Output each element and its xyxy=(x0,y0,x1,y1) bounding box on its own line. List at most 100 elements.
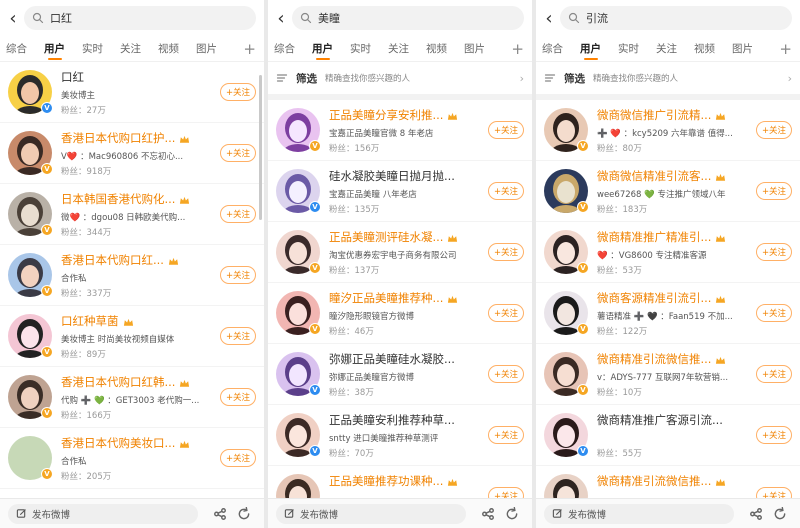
follow-button[interactable]: +关注 xyxy=(488,304,524,322)
tab-0[interactable]: 综合 xyxy=(542,36,563,62)
avatar[interactable]: V xyxy=(8,253,53,297)
tab-3[interactable]: 关注 xyxy=(120,36,141,62)
tab-3[interactable]: 关注 xyxy=(388,36,409,62)
search-input[interactable]: 引流 xyxy=(560,6,792,30)
avatar[interactable]: V xyxy=(276,108,321,152)
follow-button[interactable]: +关注 xyxy=(220,388,256,406)
follow-button[interactable]: +关注 xyxy=(488,121,524,139)
user-name[interactable]: 香港日本代购口红护... xyxy=(61,130,175,146)
user-row[interactable]: V 微商精准引流微信推... v：ADYS-777 互联网7年软营销... 粉丝：10… xyxy=(536,344,800,405)
chevron-left-icon[interactable]: ‹ xyxy=(272,8,290,29)
user-name[interactable]: 微商精准引流微信推... xyxy=(597,473,711,489)
user-name[interactable]: 微商微信推广引流精... xyxy=(597,107,711,123)
user-row[interactable]: V 弥娜正品美瞳硅水凝胶... 弥娜正品美瞳官方微博 粉丝：38万 +关注 xyxy=(268,344,532,405)
avatar[interactable]: V xyxy=(8,436,53,480)
user-name[interactable]: 正品美瞳推荐功课种... xyxy=(329,473,443,489)
add-tab-icon[interactable]: + xyxy=(779,36,792,62)
user-row[interactable]: V 正品美瞳安利推荐种草... sntty 进口美瞳推荐种草测评 粉丝：70万 +关注 xyxy=(268,405,532,466)
user-row[interactable]: V 微商精准推广精准引... ❤️ ：VG8600 专注精准客源 粉丝：53万 +关注 xyxy=(536,222,800,283)
add-tab-icon[interactable]: + xyxy=(511,36,524,62)
user-name[interactable]: 硅水凝胶美瞳日抛月抛... xyxy=(329,168,455,184)
follow-button[interactable]: +关注 xyxy=(220,83,256,101)
follow-button[interactable]: +关注 xyxy=(220,144,256,162)
avatar[interactable]: V xyxy=(8,314,53,358)
avatar[interactable]: V xyxy=(8,375,53,419)
user-name[interactable]: 正品美瞳分享安利推... xyxy=(329,107,443,123)
chevron-left-icon[interactable]: ‹ xyxy=(4,8,22,29)
search-input[interactable]: 美瞳 xyxy=(292,6,524,30)
avatar[interactable]: V xyxy=(544,108,589,152)
user-row[interactable]: V 香港日本代购美妆口... 合作私 粉丝：205万 +关注 xyxy=(0,428,264,489)
follow-button[interactable]: +关注 xyxy=(756,182,792,200)
user-name[interactable]: 口红种草菌 xyxy=(61,313,119,329)
share-icon[interactable] xyxy=(213,507,227,521)
follow-button[interactable]: +关注 xyxy=(488,243,524,261)
user-name[interactable]: 微商精准推广精准引... xyxy=(597,229,711,245)
user-row[interactable]: V 正品美瞳分享安利推... 宝嘉正品美瞳官微 8 年老店 粉丝：156万 +关注 xyxy=(268,100,532,161)
follow-button[interactable]: +关注 xyxy=(220,205,256,223)
search-input[interactable]: 口红 xyxy=(24,6,256,30)
compose-button[interactable]: 发布微博 xyxy=(544,503,734,524)
follow-button[interactable]: +关注 xyxy=(756,304,792,322)
tab-2[interactable]: 实时 xyxy=(350,36,371,62)
tab-0[interactable]: 综合 xyxy=(274,36,295,62)
follow-button[interactable]: +关注 xyxy=(488,365,524,383)
avatar[interactable]: V xyxy=(544,413,589,457)
user-name[interactable]: 微商微信精准引流客... xyxy=(597,168,711,184)
refresh-icon[interactable] xyxy=(237,506,251,521)
user-name[interactable]: 日本韩国香港代购化... xyxy=(61,191,175,207)
tab-0[interactable]: 综合 xyxy=(6,36,27,62)
user-name[interactable]: 正品美瞳安利推荐种草... xyxy=(329,412,455,428)
user-name[interactable]: 正品美瞳测评硅水凝... xyxy=(329,229,443,245)
user-row[interactable]: V 正品美瞳测评硅水凝... 淘宝优惠券宏宇电子商务有限公司 粉丝：137万 +关注 xyxy=(268,222,532,283)
chevron-left-icon[interactable]: ‹ xyxy=(540,8,558,29)
tab-1[interactable]: 用户 xyxy=(580,36,601,62)
follow-button[interactable]: +关注 xyxy=(220,449,256,467)
refresh-icon[interactable] xyxy=(505,506,519,521)
user-row[interactable]: V 微商精准推广客源引流... 粉丝：55万 +关注 xyxy=(536,405,800,466)
follow-button[interactable]: +关注 xyxy=(756,426,792,444)
user-row[interactable]: V 香港日本代购口红护... V❤️ ：Mac960806 不忘初心... 粉丝：91… xyxy=(0,123,264,184)
tab-4[interactable]: 视频 xyxy=(694,36,715,62)
user-row[interactable]: V 微商微信精准引流客... wee67268 💚 专注推广领域八年 粉丝：183万 +… xyxy=(536,161,800,222)
follow-button[interactable]: +关注 xyxy=(220,266,256,284)
compose-button[interactable]: 发布微博 xyxy=(276,503,466,524)
tab-4[interactable]: 视频 xyxy=(158,36,179,62)
follow-button[interactable]: +关注 xyxy=(756,365,792,383)
user-name[interactable]: 香港日本代购口红韩... xyxy=(61,374,175,390)
user-row[interactable]: V 微商微信推广引流精... ➕ ❤️ ：kcy5209 六年靠谱 值得... 粉丝：… xyxy=(536,100,800,161)
tab-2[interactable]: 实时 xyxy=(618,36,639,62)
filter-bar[interactable]: 筛选 精确查找你感兴趣的人 › xyxy=(268,62,532,100)
user-row[interactable]: V 日本韩国香港代购化... 微❤️ ：dgou08 日韩欧美代购... 粉丝：344… xyxy=(0,184,264,245)
compose-button[interactable]: 发布微博 xyxy=(8,503,198,524)
filter-bar[interactable]: 筛选 精确查找你感兴趣的人 › xyxy=(536,62,800,100)
user-row[interactable]: V 香港日本代购口红韩... 代购 ➕ 💚 ：GET3003 老代购一... 粉丝：1… xyxy=(0,367,264,428)
tab-1[interactable]: 用户 xyxy=(312,36,333,62)
refresh-icon[interactable] xyxy=(773,506,787,521)
user-name[interactable]: 香港日本代购口红... xyxy=(61,252,164,268)
user-row[interactable]: V 硅水凝胶美瞳日抛月抛... 宝嘉正品美瞳 八年老店 粉丝：135万 +关注 xyxy=(268,161,532,222)
follow-button[interactable]: +关注 xyxy=(220,327,256,345)
tab-4[interactable]: 视频 xyxy=(426,36,447,62)
follow-button[interactable]: +关注 xyxy=(756,121,792,139)
avatar[interactable]: V xyxy=(8,131,53,175)
follow-button[interactable]: +关注 xyxy=(756,243,792,261)
tab-3[interactable]: 关注 xyxy=(656,36,677,62)
avatar[interactable]: V xyxy=(276,169,321,213)
tab-2[interactable]: 实时 xyxy=(82,36,103,62)
tab-5[interactable]: 图片 xyxy=(732,36,753,62)
tab-5[interactable]: 图片 xyxy=(464,36,485,62)
avatar[interactable]: V xyxy=(544,352,589,396)
user-row[interactable]: V 香港日本代购口红... 合作私 粉丝：337万 +关注 xyxy=(0,245,264,306)
avatar[interactable]: V xyxy=(276,352,321,396)
avatar[interactable]: V xyxy=(544,291,589,335)
avatar[interactable]: V xyxy=(8,192,53,236)
avatar[interactable]: V xyxy=(544,169,589,213)
avatar[interactable]: V xyxy=(276,291,321,335)
add-tab-icon[interactable]: + xyxy=(243,36,256,62)
avatar[interactable]: V xyxy=(276,413,321,457)
avatar[interactable]: V xyxy=(276,230,321,274)
user-row[interactable]: V 口红 美妆博主 粉丝：27万 +关注 xyxy=(0,62,264,123)
share-icon[interactable] xyxy=(749,507,763,521)
user-name[interactable]: 口红 xyxy=(61,69,84,85)
